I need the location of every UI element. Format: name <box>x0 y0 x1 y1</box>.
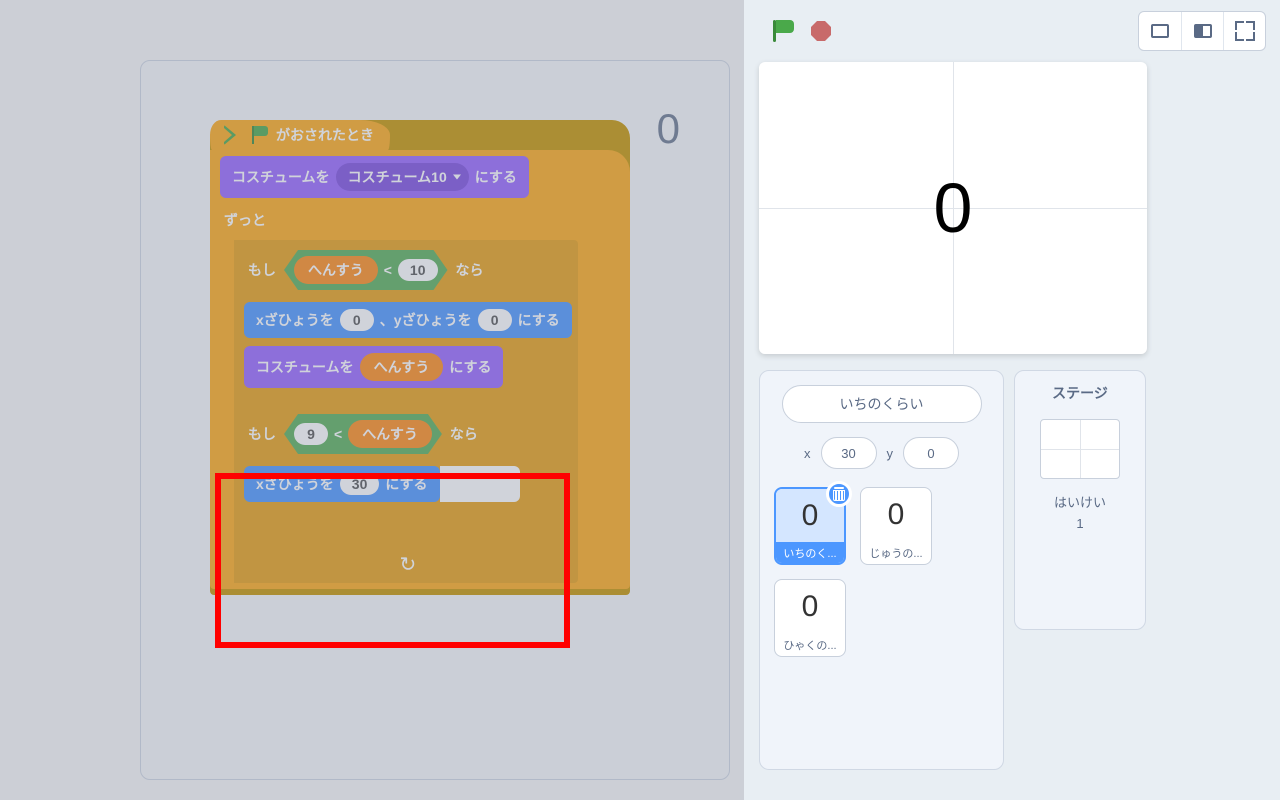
less-than-operator[interactable]: へんすう < 10 <box>284 250 448 290</box>
number-input[interactable]: 9 <box>294 423 328 445</box>
sprite-label: いちのく... <box>776 542 844 563</box>
when-flag-clicked[interactable]: がおされたとき <box>210 120 390 150</box>
text: xざひょうを <box>256 310 334 330</box>
blocks-stack: 0 がおされたとき コスチュームを コスチューム10 にする ずっと もし <box>210 120 710 595</box>
x-input[interactable]: 30 <box>340 473 380 495</box>
variable-reporter[interactable]: へんすう <box>294 256 378 284</box>
x-label: x <box>804 446 811 461</box>
sprite-xy-row: x 30 y 0 <box>774 437 989 469</box>
sprite-label: ひゃくの... <box>775 635 845 656</box>
editor-pane: 0 がおされたとき コスチュームを コスチューム10 にする ずっと もし <box>0 0 744 800</box>
small-stage-icon <box>1151 24 1169 38</box>
sprite-tile[interactable]: 0 じゅうの... <box>860 487 932 565</box>
stop-button[interactable] <box>807 17 835 45</box>
sprite-tile[interactable]: 0 いちのく... <box>774 487 846 565</box>
forever-label: ずっと <box>220 206 270 232</box>
text: にする <box>475 167 517 187</box>
green-flag-button[interactable] <box>769 17 797 45</box>
large-stage-button[interactable] <box>1181 12 1223 50</box>
if-block-1-head[interactable]: もし へんすう < 10 なら <box>244 246 488 294</box>
text: コスチュームを <box>232 167 330 187</box>
backdrop-label: はいけい <box>1054 493 1106 514</box>
empty-slot <box>440 466 520 502</box>
variable-reporter[interactable]: へんすう <box>348 420 432 448</box>
number-input[interactable]: 10 <box>398 259 438 281</box>
set-x-block[interactable]: xざひょうを 30 にする <box>244 466 440 502</box>
if-suffix: なら <box>450 424 478 444</box>
set-costume-var-block[interactable]: コスチュームを へんすう にする <box>244 346 503 388</box>
sprite-label: じゅうの... <box>861 543 931 564</box>
set-costume-block[interactable]: コスチュームを コスチューム10 にする <box>220 156 529 198</box>
delete-sprite-button[interactable] <box>826 481 852 507</box>
text: コスチュームを <box>256 357 354 377</box>
stage-thumbnail[interactable] <box>1040 419 1120 479</box>
stage-preview[interactable]: 0 <box>759 62 1147 354</box>
sprite-list: 0 いちのく... 0 じゅうの... 0 ひゃくの... <box>774 487 989 657</box>
stop-icon <box>811 21 831 41</box>
text: 、yざひょうを <box>380 310 472 330</box>
green-flag-icon <box>252 126 268 144</box>
sprite-thumb: 0 <box>775 580 845 635</box>
text: xざひょうを <box>256 474 334 494</box>
forever-block[interactable]: もし へんすう < 10 なら xざひょうを 0 、yざひょうを 0 にする <box>220 240 578 583</box>
variable-reporter[interactable]: へんすう <box>360 353 444 381</box>
sprite-thumb: 0 <box>861 488 931 543</box>
text: にする <box>385 474 427 494</box>
workspace-overlay-number: 0 <box>657 105 680 153</box>
stage-size-group <box>1138 11 1266 51</box>
goto-xy-block[interactable]: xざひょうを 0 、yざひょうを 0 にする <box>244 302 572 338</box>
stage-header <box>755 0 1280 62</box>
if-block-2-head[interactable]: もし 9 < へんすう なら <box>244 410 482 458</box>
sprite-tile[interactable]: 0 ひゃくの... <box>774 579 846 657</box>
green-flag-icon <box>773 20 793 42</box>
x-input[interactable]: 0 <box>340 309 374 331</box>
sprite-name-input[interactable]: いちのくらい <box>782 385 982 423</box>
sprite-info-panel: いちのくらい x 30 y 0 0 いちのく... 0 じゅうの... 0 ひゃ… <box>759 370 1004 770</box>
text: にする <box>449 357 491 377</box>
text: にする <box>518 310 560 330</box>
backdrop-count: 1 <box>1054 514 1106 535</box>
hat-label: がおされたとき <box>276 125 374 145</box>
stage-sprite-display: 0 <box>934 168 973 248</box>
if-prefix: もし <box>248 260 276 280</box>
fullscreen-button[interactable] <box>1223 12 1265 50</box>
fullscreen-icon <box>1236 22 1254 40</box>
trash-icon <box>833 488 845 501</box>
y-label: y <box>887 446 894 461</box>
large-stage-icon <box>1194 24 1212 38</box>
less-than-operator-2[interactable]: 9 < へんすう <box>284 414 442 454</box>
stage-title: ステージ <box>1052 383 1108 403</box>
costume-dropdown[interactable]: コスチューム10 <box>336 163 469 191</box>
stage-selector-panel: ステージ はいけい 1 <box>1014 370 1146 630</box>
loop-arrow-icon: ↻ <box>399 548 416 577</box>
sprite-y-input[interactable]: 0 <box>903 437 959 469</box>
backdrop-meta: はいけい 1 <box>1054 493 1106 535</box>
small-stage-button[interactable] <box>1139 12 1181 50</box>
lt-symbol: < <box>334 426 342 442</box>
hat-block[interactable]: がおされたとき コスチュームを コスチューム10 にする ずっと もし へんすう… <box>210 120 630 595</box>
y-input[interactable]: 0 <box>478 309 512 331</box>
if-prefix: もし <box>248 424 276 444</box>
lt-symbol: < <box>384 262 392 278</box>
if-suffix: なら <box>456 260 484 280</box>
sprite-x-input[interactable]: 30 <box>821 437 877 469</box>
